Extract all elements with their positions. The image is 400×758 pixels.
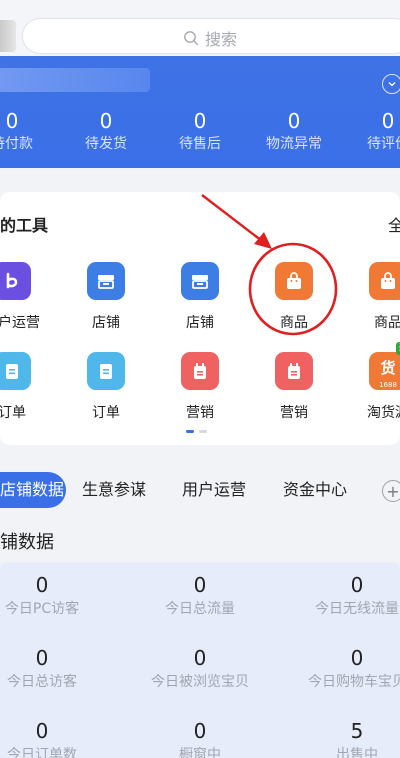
tool-item[interactable]: 订单 <box>61 352 151 422</box>
tool-item[interactable]: 商品 <box>249 262 339 332</box>
data-label: 今日总流量 <box>165 601 235 617</box>
data-label: 今日订单数 <box>7 747 77 758</box>
order-stat[interactable]: 0 物流异常 <box>249 108 339 154</box>
data-value: 0 <box>35 719 49 743</box>
tool-item[interactable]: 营销 <box>155 352 245 422</box>
tool-item[interactable]: 用户运营 <box>0 262 57 332</box>
order-icon <box>87 352 125 390</box>
add-tab-icon[interactable]: + <box>382 480 400 502</box>
data-label: 今日无线流量 <box>315 601 399 617</box>
data-cell[interactable]: 0 今日无线流量 <box>287 572 400 620</box>
tool-label: 淘货源 <box>367 405 400 421</box>
tools-all-link[interactable]: 全 <box>388 212 400 236</box>
avatar[interactable] <box>0 20 16 52</box>
data-cell[interactable]: 5 出售中 <box>287 718 400 758</box>
tool-label: 用户运营 <box>0 315 40 331</box>
order-status-banner: 0 待付款 0 待发货 0 待售后 0 物流异常 0 待评价 <box>0 56 400 168</box>
tool-label: 商品 <box>280 315 308 331</box>
new-badge: 新· <box>395 342 400 355</box>
order-stat-label: 待发货 <box>85 136 127 152</box>
data-cell[interactable]: 0 今日总流量 <box>130 572 270 620</box>
data-label: 出售中 <box>336 747 378 758</box>
data-cell[interactable]: 0 橱窗中 <box>130 718 270 758</box>
order-stat[interactable]: 0 待付款 <box>0 108 57 154</box>
order-stat[interactable]: 0 待售后 <box>155 108 245 154</box>
tools-title: 我的工具 <box>0 216 49 235</box>
data-tabs: 店铺数据 生意参谋 用户运营 资金中心 + <box>0 472 400 510</box>
tool-label: 订单 <box>92 405 120 421</box>
data-cell[interactable]: 0 今日购物车宝贝 <box>287 645 400 693</box>
tool-item[interactable]: 货新· 1688 淘货源 <box>343 342 400 422</box>
data-value: 5 <box>350 719 364 743</box>
store-icon <box>87 262 125 300</box>
order-stat-label: 待评价 <box>367 136 400 152</box>
order-stat[interactable]: 0 待发货 <box>61 108 151 154</box>
sourcing-icon: 货新· 1688 <box>369 342 400 390</box>
marketing-icon <box>275 352 313 390</box>
shop-name-redacted <box>0 68 150 92</box>
tab-user-ops[interactable]: 用户运营 <box>182 472 246 508</box>
data-value: 0 <box>193 573 207 597</box>
data-value: 0 <box>193 646 207 670</box>
data-value: 0 <box>350 573 364 597</box>
tab-shop-data[interactable]: 店铺数据 <box>0 472 66 508</box>
marketing-icon <box>181 352 219 390</box>
tool-label: 订单 <box>0 405 26 421</box>
order-stat-value: 0 <box>99 109 113 133</box>
tool-label: 营销 <box>186 405 214 421</box>
data-cell[interactable]: 0 今日总访客 <box>0 645 112 693</box>
tool-item[interactable]: 订单 <box>0 352 57 422</box>
search-placeholder-text: 搜索 <box>205 30 238 49</box>
svg-text:货: 货 <box>380 359 395 377</box>
order-stats: 0 待付款 0 待发货 0 待售后 0 物流异常 0 待评价 <box>0 108 400 158</box>
data-value: 0 <box>35 646 49 670</box>
data-label: 今日总访客 <box>7 674 77 690</box>
search-icon <box>184 31 199 46</box>
tab-finance-center[interactable]: 资金中心 <box>283 472 347 508</box>
tool-item[interactable]: 店铺 <box>155 262 245 332</box>
data-value: 0 <box>35 573 49 597</box>
shopping-bag-icon <box>369 262 400 300</box>
data-label: 今日被浏览宝贝 <box>151 674 249 690</box>
data-cell[interactable]: 0 今日PC访客 <box>0 572 112 620</box>
page-dot <box>199 430 207 433</box>
section-title: 店铺数据 <box>0 532 54 553</box>
order-stat-label: 物流异常 <box>266 136 322 152</box>
order-icon <box>0 352 31 390</box>
data-value: 0 <box>350 646 364 670</box>
order-stat-label: 待付款 <box>0 136 33 152</box>
search-placeholder: 搜索 <box>183 26 237 50</box>
tool-label: 店铺 <box>186 315 214 331</box>
tool-label: 店铺 <box>92 315 120 331</box>
user-ops-icon <box>0 262 31 300</box>
tab-business-advisor[interactable]: 生意参谋 <box>82 472 146 508</box>
shopping-bag-icon <box>275 262 313 300</box>
data-cell[interactable]: 0 今日被浏览宝贝 <box>130 645 270 693</box>
order-stat-value: 0 <box>381 109 395 133</box>
chevron-down-icon[interactable] <box>382 74 400 94</box>
order-stat-value: 0 <box>5 109 19 133</box>
page-indicator <box>186 430 207 433</box>
order-stat[interactable]: 0 待评价 <box>343 108 400 154</box>
order-stat-value: 0 <box>287 109 301 133</box>
data-cell[interactable]: 0 今日订单数 <box>0 718 112 758</box>
data-label: 今日PC访客 <box>4 601 80 617</box>
tool-label: 商品 <box>374 315 400 331</box>
data-label: 今日购物车宝贝 <box>308 674 400 690</box>
page-dot-active <box>186 430 194 433</box>
tool-item[interactable]: 店铺 <box>61 262 151 332</box>
order-stat-value: 0 <box>193 109 207 133</box>
tool-label: 营销 <box>280 405 308 421</box>
search-input[interactable]: 搜索 <box>22 18 400 54</box>
tool-sub-label: 1688 <box>379 381 397 389</box>
data-value: 0 <box>193 719 207 743</box>
shop-data-grid: 0 今日PC访客 0 今日总流量 0 今日无线流量 0 今日总访客 0 今日被浏览宝贝 0 今日购物车… <box>0 562 400 758</box>
my-tools-card: 我的工具 全 用户运营 店铺 店铺 商品 商品订单 订单 营销 营销 货新· 1688 淘货源 <box>0 192 400 445</box>
tool-item[interactable]: 商品 <box>343 262 400 332</box>
data-label: 橱窗中 <box>179 747 221 758</box>
order-stat-label: 待售后 <box>179 136 221 152</box>
tool-item[interactable]: 营销 <box>249 352 339 422</box>
store-icon <box>181 262 219 300</box>
